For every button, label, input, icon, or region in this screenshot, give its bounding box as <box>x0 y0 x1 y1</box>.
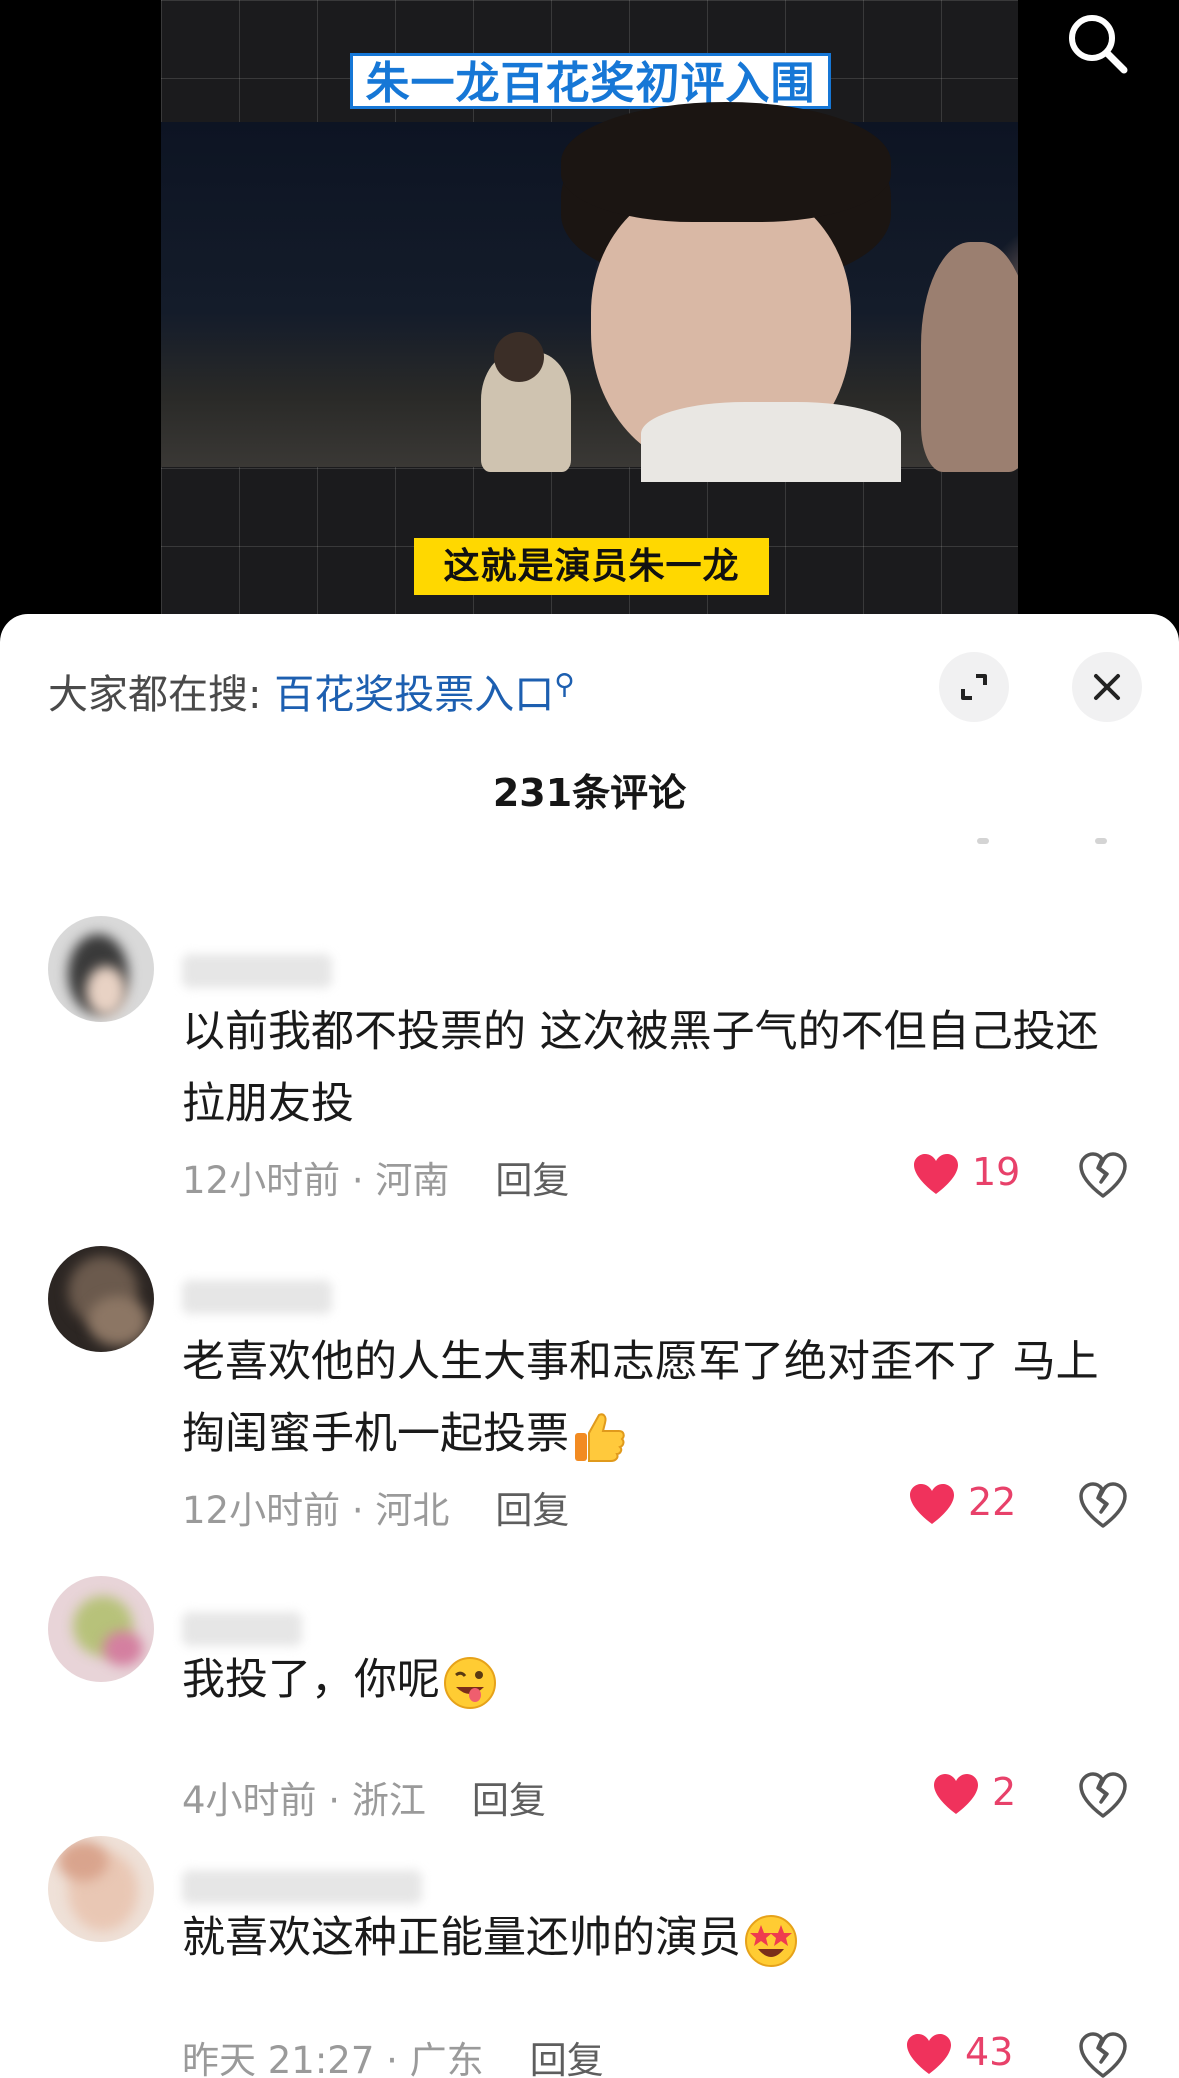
like-count: 22 <box>968 1480 1017 1524</box>
trending-query-link[interactable]: 百花奖投票入口 <box>274 672 554 718</box>
comment-count: 231条评论 <box>492 771 687 815</box>
comment-meta: 4小时前 · 浙江 回复 <box>182 1770 546 1824</box>
comment-text: 就喜欢这种正能量还帅的演员 <box>182 1902 1122 1974</box>
comment-time-location: 12小时前 · 河南 <box>182 1159 450 1202</box>
video-player[interactable]: 朱一龙百花奖初评入围 这就是演员朱一龙 <box>161 0 1018 615</box>
expand-button[interactable] <box>939 652 1009 722</box>
video-caption-overlay: 这就是演员朱一龙 <box>414 538 769 595</box>
username-blurred[interactable] <box>182 1612 302 1646</box>
close-icon <box>1094 674 1120 700</box>
reply-button[interactable]: 回复 <box>530 2039 604 2078</box>
trending-prefix: 大家都在搜: <box>48 672 262 718</box>
heart-icon <box>910 1484 954 1524</box>
like-count: 43 <box>965 2030 1014 2074</box>
heart-icon <box>934 1774 978 1814</box>
avatar[interactable] <box>48 1836 154 1942</box>
avatar[interactable] <box>48 916 154 1022</box>
comment-text: 以前我都不投票的 这次被黑子气的不但自己投还拉朋友投 <box>182 1007 1099 1129</box>
star-struck-emoji <box>743 1913 799 1969</box>
comment-meta: 12小时前 · 河南 回复 <box>182 1150 569 1204</box>
dislike-icon[interactable] <box>1078 1770 1128 1820</box>
heart-icon <box>907 2034 951 2074</box>
comment-time-location: 12小时前 · 河北 <box>182 1489 450 1532</box>
avatar[interactable] <box>48 1246 154 1352</box>
dislike-icon[interactable] <box>1078 1480 1128 1530</box>
reply-button[interactable]: 回复 <box>495 1489 569 1532</box>
search-small-icon: ⚲ <box>554 667 575 701</box>
username-blurred[interactable] <box>182 1280 332 1314</box>
avatar[interactable] <box>48 1576 154 1682</box>
reply-button[interactable]: 回复 <box>495 1159 569 1202</box>
comment-time-location: 昨天 21:27 · 广东 <box>182 2039 484 2078</box>
comment-meta: 12小时前 · 河北 回复 <box>182 1480 569 1534</box>
thumbs-up-emoji <box>571 1409 627 1465</box>
like-count: 19 <box>972 1150 1021 1194</box>
winking-tongue-emoji <box>442 1655 498 1711</box>
comment-sheet: 大家都在搜: 百花奖投票入口⚲ 231条评论 以前我都不投票的 这次被黑子气的不… <box>0 614 1179 2078</box>
comment-text: 老喜欢他的人生大事和志愿军了绝对歪不了 马上掏闺蜜手机一起投票 <box>182 1326 1122 1470</box>
video-frame-image <box>161 102 1018 482</box>
reply-button[interactable]: 回复 <box>472 1779 546 1822</box>
username-blurred[interactable] <box>182 954 332 988</box>
search-icon[interactable] <box>1062 8 1132 78</box>
heart-icon <box>914 1154 958 1194</box>
comment-text: 我投了，你呢 <box>182 1644 1122 1716</box>
video-title-overlay: 朱一龙百花奖初评入围 <box>350 53 831 109</box>
like-count: 2 <box>992 1770 1017 1814</box>
dislike-icon[interactable] <box>1078 2030 1128 2078</box>
trending-search: 大家都在搜: 百花奖投票入口⚲ <box>48 662 575 720</box>
comment-meta: 昨天 21:27 · 广东 回复 <box>182 2030 604 2078</box>
dislike-icon[interactable] <box>1078 1150 1128 1200</box>
expand-icon <box>961 674 987 700</box>
close-button[interactable] <box>1072 652 1142 722</box>
username-blurred[interactable] <box>182 1870 422 1904</box>
comment-time-location: 4小时前 · 浙江 <box>182 1779 426 1822</box>
